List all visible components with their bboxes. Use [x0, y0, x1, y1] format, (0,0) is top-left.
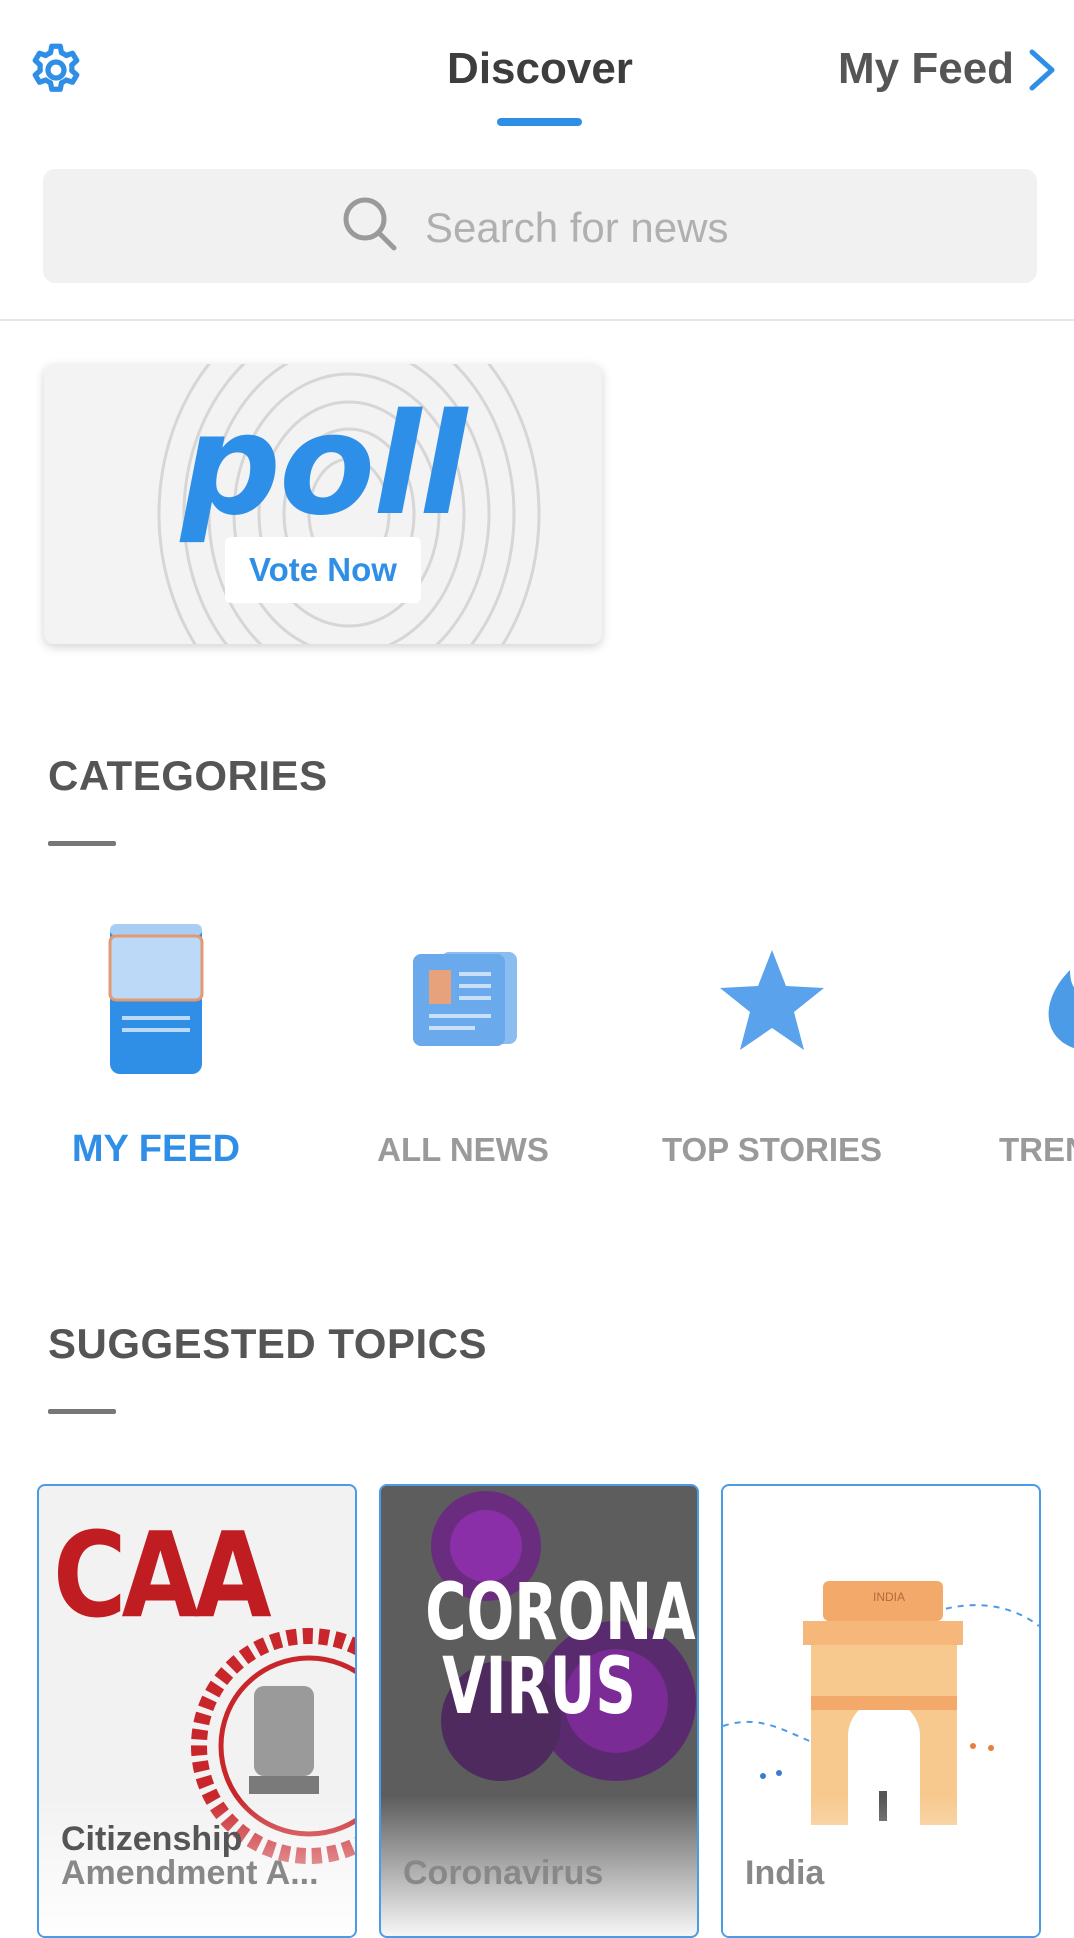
tab-discover[interactable]: Discover: [390, 44, 690, 94]
topic-image-india: INDIA: [873, 1590, 906, 1604]
topic-card-india[interactable]: INDIA India: [721, 1484, 1041, 1938]
tab-my-feed[interactable]: My Feed: [838, 44, 1014, 94]
category-trending[interactable]: [1030, 920, 1074, 1080]
category-all-news[interactable]: [405, 920, 525, 1080]
category-my-feed[interactable]: [96, 920, 216, 1080]
categories-heading-underline: [48, 841, 116, 846]
settings-gear-icon[interactable]: [26, 40, 86, 100]
flame-icon: [1048, 970, 1074, 1048]
categories-heading: CATEGORIES: [48, 752, 328, 799]
header-divider: [0, 319, 1074, 321]
active-tab-indicator: [497, 118, 582, 126]
topic-image-corona-line1: CORONA: [425, 1568, 696, 1658]
topic-card-caa[interactable]: CAA Citizenship Amendment A...: [37, 1484, 357, 1938]
topic-image-caa: CAA: [53, 1506, 272, 1644]
search-placeholder[interactable]: Search for news: [425, 204, 728, 252]
vote-now-button[interactable]: Vote Now: [225, 537, 421, 603]
topic-image-corona: CORONA VIRUS: [425, 1568, 696, 1732]
category-label-all-news[interactable]: ALL NEWS: [363, 1131, 563, 1169]
category-top-stories[interactable]: [712, 920, 832, 1080]
topic-title-india: India: [745, 1854, 825, 1892]
category-label-trending[interactable]: TRENDING: [999, 1131, 1074, 1169]
newspaper-icon: [413, 952, 517, 1046]
category-label-top-stories[interactable]: TOP STORIES: [642, 1131, 902, 1169]
topic-card-coronavirus[interactable]: CORONA VIRUS Coronavirus: [379, 1484, 699, 1938]
poll-logo: poll: [180, 384, 467, 547]
topic-image-corona-line2: VIRUS: [442, 1642, 636, 1732]
suggested-topics-heading: SUGGESTED TOPICS: [48, 1320, 487, 1367]
feed-icon: [108, 924, 204, 1074]
poll-card[interactable]: poll Vote Now: [44, 364, 602, 644]
topic-title-coronavirus: Coronavirus: [403, 1854, 604, 1892]
topic-title-caa: Citizenship: [61, 1820, 243, 1858]
category-label-my-feed[interactable]: MY FEED: [56, 1128, 256, 1171]
topic-title-caa-line2: Amendment A...: [61, 1854, 319, 1892]
suggested-topics-underline: [48, 1409, 116, 1414]
chevron-right-icon[interactable]: [1022, 48, 1062, 92]
star-icon: [720, 950, 824, 1050]
search-icon: [343, 197, 397, 251]
